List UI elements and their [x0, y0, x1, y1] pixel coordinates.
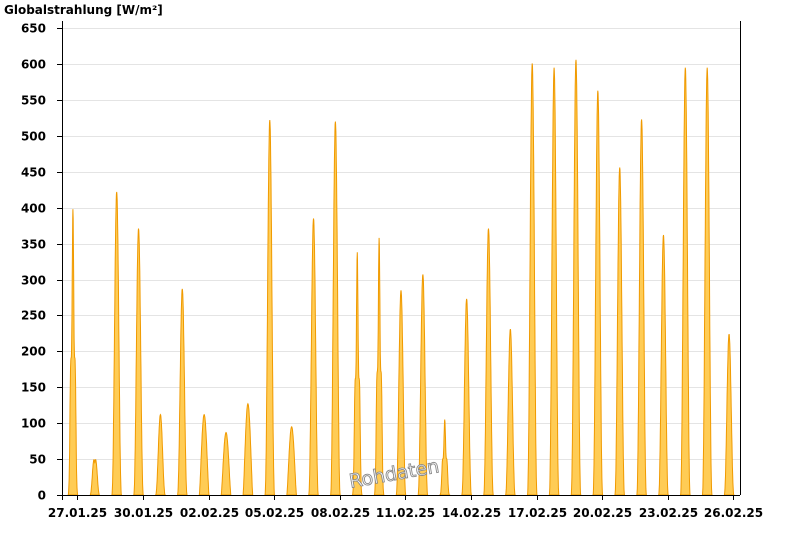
y-tick-label: 150: [21, 381, 46, 395]
x-tick-label: 02.02.25: [180, 506, 239, 520]
day-area: [461, 298, 473, 496]
x-tick-label: 14.02.25: [442, 506, 501, 520]
day-area: [133, 228, 145, 496]
y-tick-label: 400: [21, 202, 46, 216]
y-tick-label: 450: [21, 166, 46, 180]
x-tick-label: 20.02.25: [573, 506, 632, 520]
day-area: [198, 413, 210, 496]
day-area: [220, 431, 232, 496]
y-tick-label: 300: [21, 274, 46, 288]
day-area: [438, 419, 452, 496]
x-tick-label: 11.02.25: [376, 506, 435, 520]
y-tick-label: 600: [21, 58, 46, 72]
x-axis-ticks: 27.01.25 30.01.25 02.02.25 05.02.25 08.02.25…: [48, 495, 763, 520]
day-area: [592, 90, 604, 496]
x-tick-label: 23.02.25: [639, 506, 698, 520]
day-area: [548, 67, 560, 496]
day-area: [570, 59, 582, 496]
day-area: [526, 63, 538, 496]
day-area: [723, 333, 735, 496]
x-tick-label: 17.02.25: [508, 506, 567, 520]
day-area: [242, 402, 254, 496]
x-tick-label: 26.02.25: [704, 506, 763, 520]
data-series: [67, 59, 735, 496]
day-area: [657, 234, 669, 496]
day-area: [89, 459, 100, 496]
day-area: [679, 67, 691, 496]
day-area: [308, 218, 319, 496]
day-area: [483, 228, 494, 496]
day-area: [264, 120, 276, 496]
day-area: [701, 67, 713, 496]
x-tick-label: 05.02.25: [245, 506, 304, 520]
chart: Globalstrahlung [W/m²] 0 50 100 150 200 250 30…: [4, 3, 763, 520]
day-area: [504, 328, 517, 496]
y-tick-label: 200: [21, 345, 46, 359]
y-tick-label: 550: [21, 94, 46, 108]
day-area: [154, 413, 167, 496]
day-area: [176, 288, 188, 496]
y-tick-label: 250: [21, 309, 46, 323]
x-tick-label: 08.02.25: [311, 506, 370, 520]
day-area: [373, 237, 385, 496]
y-axis-title: Globalstrahlung [W/m²]: [4, 3, 163, 17]
day-area: [111, 191, 123, 496]
y-tick-label: 0: [38, 489, 46, 503]
day-area: [636, 119, 647, 496]
day-area: [614, 167, 626, 496]
day-area: [286, 426, 298, 496]
day-area: [330, 121, 341, 496]
x-tick-label: 30.01.25: [114, 506, 173, 520]
y-tick-label: 100: [21, 417, 46, 431]
y-tick-label: 500: [21, 130, 46, 144]
day-area: [67, 209, 79, 496]
day-area: [351, 252, 363, 496]
y-axis-ticks: 0 50 100 150 200 250 300 350 400 450 500 550 600 650: [21, 22, 62, 503]
y-tick-label: 350: [21, 238, 46, 252]
y-tick-label: 650: [21, 22, 46, 36]
y-tick-label: 50: [29, 453, 46, 467]
x-tick-label: 27.01.25: [48, 506, 107, 520]
